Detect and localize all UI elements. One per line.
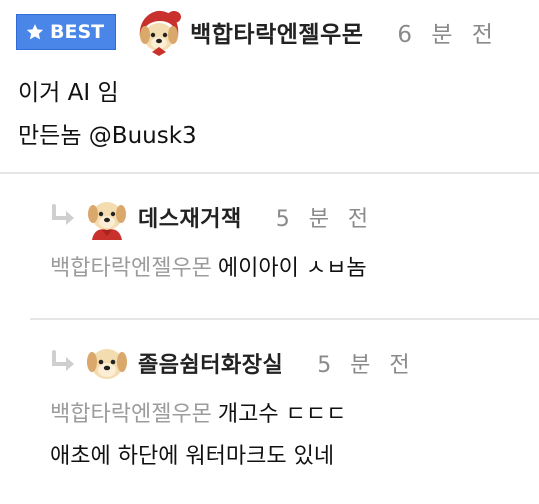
reply-body: 백합타락엔젤우몬 에이아이 ㅅㅂ놈 (50, 248, 539, 290)
reply-header: 졸음쉼터화장실 5 분 전 (50, 338, 539, 388)
post-line: 만든놈 @Buusk3 (18, 123, 197, 149)
post-line: 이거 AI 임 (18, 80, 119, 106)
reply-username[interactable]: 졸음쉼터화장실 (138, 347, 283, 379)
post-username[interactable]: 백합타락엔젤우몬 (190, 15, 363, 49)
reply-username[interactable]: 데스재거잭 (138, 201, 242, 233)
avatar[interactable] (82, 338, 132, 388)
reply-line: 백합타락엔젤우몬 에이아이 ㅅㅂ놈 (50, 248, 539, 290)
mention[interactable]: 백합타락엔젤우몬 (50, 256, 212, 281)
best-post: BEST 백합타락엔젤우몬 6 분 전 이거 AI 임 만든놈 @Buusk3 (0, 0, 539, 172)
avatar[interactable] (134, 7, 184, 57)
star-icon (25, 22, 45, 42)
reply-text: 에이아이 ㅅㅂ놈 (217, 256, 367, 281)
reply-text: 개고수 ㄷㄷㄷ (217, 402, 347, 427)
avatar[interactable] (82, 192, 132, 242)
reply-header: 데스재거잭 5 분 전 (50, 192, 539, 242)
post-body: 이거 AI 임 만든놈 @Buusk3 (18, 72, 197, 158)
reply-item: 졸음쉼터화장실 5 분 전 백합타락엔젤우몬 개고수 ㄷㄷㄷ 애초에 하단에 워터… (50, 338, 539, 478)
reply-time: 5 분 전 (275, 207, 375, 232)
reply-line: 애초에 하단에 워터마크도 있네 (50, 444, 335, 469)
reply-arrow-icon (50, 350, 78, 376)
reply-time: 5 분 전 (317, 353, 416, 378)
mention[interactable]: 백합타락엔젤우몬 (50, 402, 212, 427)
best-badge-label: BEST (50, 21, 105, 43)
reply-item: 데스재거잭 5 분 전 백합타락엔젤우몬 에이아이 ㅅㅂ놈 (50, 192, 539, 290)
post-header: BEST 백합타락엔젤우몬 6 분 전 (16, 7, 499, 57)
best-badge: BEST (16, 14, 117, 50)
post-time: 6 분 전 (397, 22, 499, 48)
divider (0, 172, 539, 174)
reply-arrow-icon (50, 204, 78, 230)
divider (30, 318, 539, 320)
reply-body: 백합타락엔젤우몬 개고수 ㄷㄷㄷ 애초에 하단에 워터마크도 있네 (50, 394, 539, 478)
reply-line: 백합타락엔젤우몬 개고수 ㄷㄷㄷ (50, 394, 539, 436)
